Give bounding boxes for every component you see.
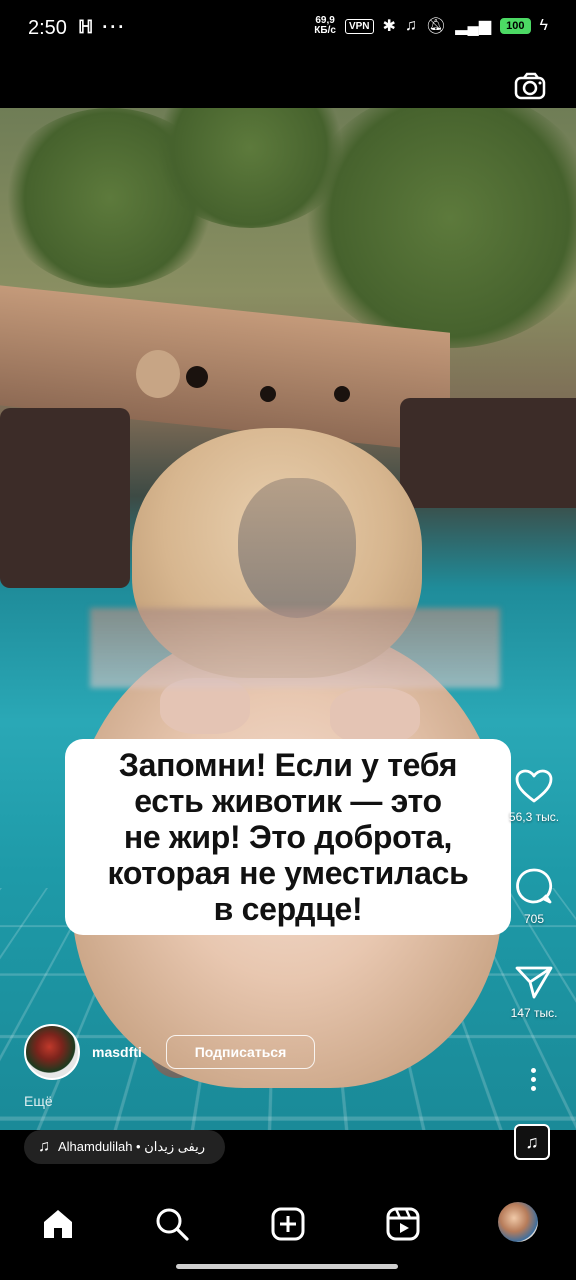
music-strip: ♫ Alhamdulilah • ريفى زيدان ♫ bbox=[0, 1124, 576, 1186]
bluetooth-icon: ✱ bbox=[382, 18, 396, 35]
background-lounger bbox=[0, 408, 130, 588]
bell-off-icon: 🔕︎ bbox=[425, 18, 447, 35]
home-indicator[interactable] bbox=[176, 1264, 398, 1269]
heart-icon bbox=[515, 769, 553, 803]
camera-icon[interactable] bbox=[514, 72, 548, 102]
capybara-snout bbox=[238, 478, 356, 618]
send-icon bbox=[515, 966, 553, 999]
charging-icon: ϟ bbox=[539, 17, 548, 34]
bottom-nav bbox=[0, 1186, 576, 1280]
capybara-ear bbox=[136, 350, 180, 398]
signal-4g-icon: ▂▄▆ bbox=[455, 18, 492, 35]
audio-page-button[interactable]: ♫ bbox=[514, 1124, 550, 1160]
battery-indicator: 100 bbox=[500, 18, 531, 34]
headset-icon: ♫ bbox=[404, 17, 417, 34]
vpn-badge: VPN bbox=[344, 18, 374, 34]
reel-video[interactable] bbox=[0, 108, 576, 1130]
caption-card: Запомни! Если у тебя есть животик — это … bbox=[65, 739, 511, 935]
capybara-paw bbox=[330, 688, 420, 744]
comment-button[interactable]: 705 bbox=[492, 866, 576, 926]
audio-track-name: Alhamdulilah • ريفى زيدان bbox=[58, 1139, 206, 1154]
notification-icons: ℍ ··· bbox=[78, 17, 127, 37]
share-button[interactable]: 147 тыс. bbox=[492, 964, 576, 1020]
search-icon[interactable] bbox=[152, 1204, 192, 1244]
more-options-icon[interactable] bbox=[530, 1064, 536, 1095]
comment-count: 705 bbox=[523, 912, 545, 926]
network-speed: 69,9 КБ/с bbox=[314, 15, 336, 36]
status-right-icons: 69,9 КБ/с VPN ✱ ♫ 🔕︎ ▂▄▆ 100 ϟ bbox=[314, 16, 548, 36]
audio-track-pill[interactable]: ♫ Alhamdulilah • ريفى زيدان bbox=[24, 1130, 226, 1164]
create-icon[interactable] bbox=[268, 1204, 308, 1244]
share-count: 147 тыс. bbox=[510, 1006, 558, 1020]
background-lounger bbox=[400, 398, 576, 508]
comment-icon bbox=[516, 868, 553, 904]
reels-icon[interactable] bbox=[383, 1204, 423, 1244]
follow-button[interactable]: Подписаться bbox=[166, 1035, 315, 1069]
water-surface bbox=[90, 608, 500, 688]
status-time: 2:50 bbox=[28, 17, 67, 39]
capybara-nostril bbox=[334, 386, 350, 402]
caption-text: Запомни! Если у тебя есть животик — это … bbox=[107, 747, 469, 927]
caption-more-link[interactable]: Ещё bbox=[24, 1093, 53, 1109]
author-username[interactable]: masdfti bbox=[92, 1044, 142, 1060]
capybara-nostril bbox=[260, 386, 276, 402]
like-count: 56,3 тыс. bbox=[508, 810, 560, 824]
capybara-eye bbox=[186, 366, 208, 388]
music-note-icon: ♫ bbox=[525, 1131, 539, 1152]
music-note-icon: ♫ bbox=[38, 1138, 50, 1155]
status-bar: 2:50 ℍ ··· 69,9 КБ/с VPN ✱ ♫ 🔕︎ ▂▄▆ 100 … bbox=[0, 0, 576, 58]
profile-avatar[interactable] bbox=[498, 1202, 538, 1242]
home-icon[interactable] bbox=[38, 1204, 78, 1244]
like-button[interactable]: 56,3 тыс. bbox=[492, 768, 576, 824]
author-avatar[interactable] bbox=[24, 1024, 80, 1080]
reels-header bbox=[0, 58, 576, 108]
